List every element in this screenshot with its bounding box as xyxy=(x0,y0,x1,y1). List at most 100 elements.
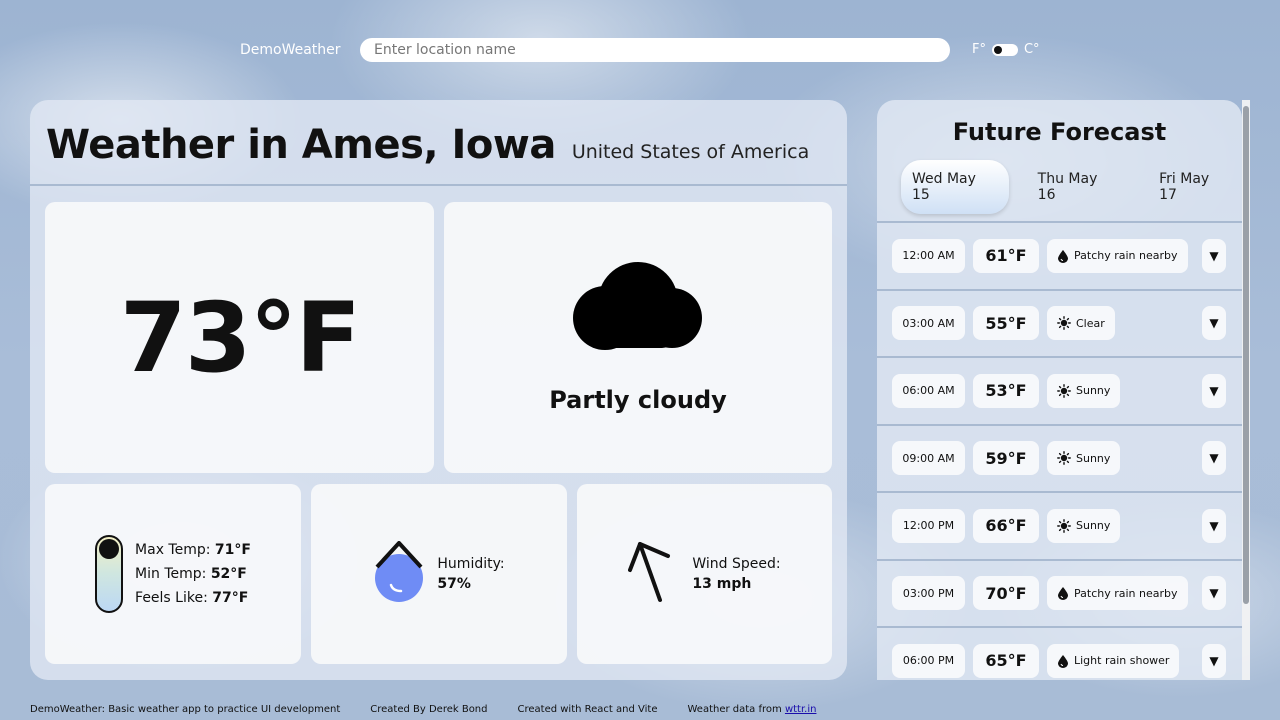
expand-row-button[interactable]: ▼ xyxy=(1202,306,1226,341)
condition-text: Partly cloudy xyxy=(549,385,727,414)
current-weather-panel: Weather in Ames, Iowa United States of A… xyxy=(30,100,847,680)
max-temp-row: Max Temp: 71°F xyxy=(135,538,251,562)
footer-author: Created By Derek Bond xyxy=(370,704,488,715)
wind-value: 13 mph xyxy=(692,576,752,592)
forecast-temp: 53°F xyxy=(973,373,1039,408)
wind-stats: Wind Speed: 13 mph xyxy=(692,554,780,594)
forecast-condition: Sunny xyxy=(1047,508,1121,543)
humidity-label: Humidity: xyxy=(437,556,505,572)
thermometer-icon xyxy=(95,535,124,613)
feels-like-row: Feels Like: 77°F xyxy=(135,586,251,610)
forecast-row: 06:00 AM 53°F Sunny ▼ xyxy=(877,356,1242,424)
forecast-scrollbar[interactable] xyxy=(1242,100,1250,680)
raindrop-icon xyxy=(1058,654,1068,668)
forecast-temp: 55°F xyxy=(973,306,1039,341)
forecast-condition-text: Light rain shower xyxy=(1074,654,1170,668)
app-title[interactable]: DemoWeather xyxy=(240,42,341,58)
sun-icon xyxy=(1057,518,1071,533)
raindrop-icon xyxy=(1058,249,1068,263)
wind-card: Wind Speed: 13 mph xyxy=(577,484,832,664)
current-weather-header: Weather in Ames, Iowa United States of A… xyxy=(30,100,847,186)
max-temp-label: Max Temp: xyxy=(135,542,211,558)
humidity-drop-icon xyxy=(373,541,425,607)
feels-like-label: Feels Like: xyxy=(135,590,208,606)
condition-card: Partly cloudy xyxy=(444,202,832,473)
forecast-condition-text: Patchy rain nearby xyxy=(1074,586,1178,600)
sun-icon xyxy=(1057,316,1071,331)
expand-row-button[interactable]: ▼ xyxy=(1202,643,1226,678)
expand-row-button[interactable]: ▼ xyxy=(1202,508,1226,543)
current-temperature: 73°F xyxy=(119,281,361,394)
forecast-time: 12:00 AM xyxy=(892,238,965,273)
footer-tech: Created with React and Vite xyxy=(517,704,658,715)
hourly-forecast-list: 12:00 AM 61°F Patchy rain nearby ▼ 03:00… xyxy=(877,221,1242,680)
humidity-value: 57% xyxy=(437,576,471,592)
location-search-input[interactable] xyxy=(360,38,950,62)
forecast-row: 06:00 PM 65°F Light rain shower ▼ xyxy=(877,626,1242,680)
footer-source-prefix: Weather data from xyxy=(687,704,785,715)
forecast-day-tabs: Wed May 15 Thu May 16 Fri May 17 xyxy=(901,160,1242,214)
wind-direction-arrow-icon xyxy=(628,540,680,608)
forecast-condition-text: Sunny xyxy=(1076,384,1111,398)
unit-toggle: F° C° xyxy=(972,42,1040,57)
tab-fri-may-17[interactable]: Fri May 17 xyxy=(1148,160,1242,214)
expand-row-button[interactable]: ▼ xyxy=(1202,373,1226,408)
tab-wed-may-15[interactable]: Wed May 15 xyxy=(901,160,1009,214)
unit-celsius-label: C° xyxy=(1023,42,1040,57)
max-temp-value: 71°F xyxy=(214,542,251,558)
forecast-row: 03:00 PM 70°F Patchy rain nearby ▼ xyxy=(877,558,1242,627)
expand-row-button[interactable]: ▼ xyxy=(1202,576,1226,611)
raindrop-icon xyxy=(1058,587,1068,601)
humidity-stats: Humidity: 57% xyxy=(437,554,504,594)
forecast-condition-text: Sunny xyxy=(1076,451,1111,465)
forecast-condition: Patchy rain nearby xyxy=(1047,238,1188,273)
expand-row-button[interactable]: ▼ xyxy=(1202,441,1226,476)
feels-like-value: 77°F xyxy=(212,590,249,606)
toggle-knob xyxy=(993,45,1002,54)
forecast-time: 03:00 AM xyxy=(892,306,965,341)
cloud-icon xyxy=(572,261,704,350)
forecast-time: 06:00 AM xyxy=(892,373,965,408)
forecast-temp: 65°F xyxy=(973,643,1039,678)
wind-label: Wind Speed: xyxy=(692,556,781,572)
forecast-title: Future Forecast xyxy=(952,118,1167,146)
min-temp-value: 52°F xyxy=(210,566,247,582)
forecast-time: 06:00 PM xyxy=(892,643,965,678)
forecast-condition-text: Clear xyxy=(1076,316,1105,330)
forecast-row: 09:00 AM 59°F Sunny ▼ xyxy=(877,423,1242,492)
sun-icon xyxy=(1057,383,1071,398)
unit-toggle-switch[interactable] xyxy=(991,43,1018,56)
top-bar: DemoWeather F° C° xyxy=(240,38,1060,64)
location-country: United States of America xyxy=(571,141,810,163)
forecast-temp: 61°F xyxy=(973,238,1039,273)
thermometer-bulb xyxy=(99,539,120,559)
min-temp-row: Min Temp: 52°F xyxy=(135,562,251,586)
wttr-link[interactable]: wttr.in xyxy=(785,704,817,715)
forecast-row: 12:00 AM 61°F Patchy rain nearby ▼ xyxy=(877,221,1242,289)
min-temp-label: Min Temp: xyxy=(135,566,207,582)
forecast-condition-text: Sunny xyxy=(1076,519,1111,533)
forecast-temp: 59°F xyxy=(973,441,1039,476)
temperature-card: 73°F xyxy=(45,202,434,473)
temperature-stats: Max Temp: 71°F Min Temp: 52°F Feels Like… xyxy=(135,538,251,610)
unit-fahrenheit-label: F° xyxy=(972,42,986,57)
forecast-condition: Patchy rain nearby xyxy=(1047,576,1188,611)
forecast-condition: Clear xyxy=(1047,306,1115,341)
forecast-temp: 70°F xyxy=(973,576,1039,611)
forecast-time: 03:00 PM xyxy=(892,576,965,611)
scrollbar-thumb[interactable] xyxy=(1243,106,1249,604)
expand-row-button[interactable]: ▼ xyxy=(1202,238,1226,273)
footer-about: DemoWeather: Basic weather app to practi… xyxy=(30,704,341,715)
forecast-time: 12:00 PM xyxy=(892,508,965,543)
forecast-row: 12:00 PM 66°F Sunny ▼ xyxy=(877,491,1242,559)
forecast-time: 09:00 AM xyxy=(892,441,965,476)
footer: DemoWeather: Basic weather app to practi… xyxy=(30,704,816,715)
footer-source: Weather data from wttr.in xyxy=(688,704,817,715)
forecast-condition: Sunny xyxy=(1047,373,1121,408)
location-title: Weather in Ames, Iowa xyxy=(46,122,556,168)
future-forecast-panel: Future Forecast Wed May 15 Thu May 16 Fr… xyxy=(877,100,1242,680)
forecast-temp: 66°F xyxy=(973,508,1039,543)
tab-thu-may-16[interactable]: Thu May 16 xyxy=(1027,160,1130,214)
temperature-range-card: Max Temp: 71°F Min Temp: 52°F Feels Like… xyxy=(45,484,301,664)
humidity-card: Humidity: 57% xyxy=(311,484,567,664)
